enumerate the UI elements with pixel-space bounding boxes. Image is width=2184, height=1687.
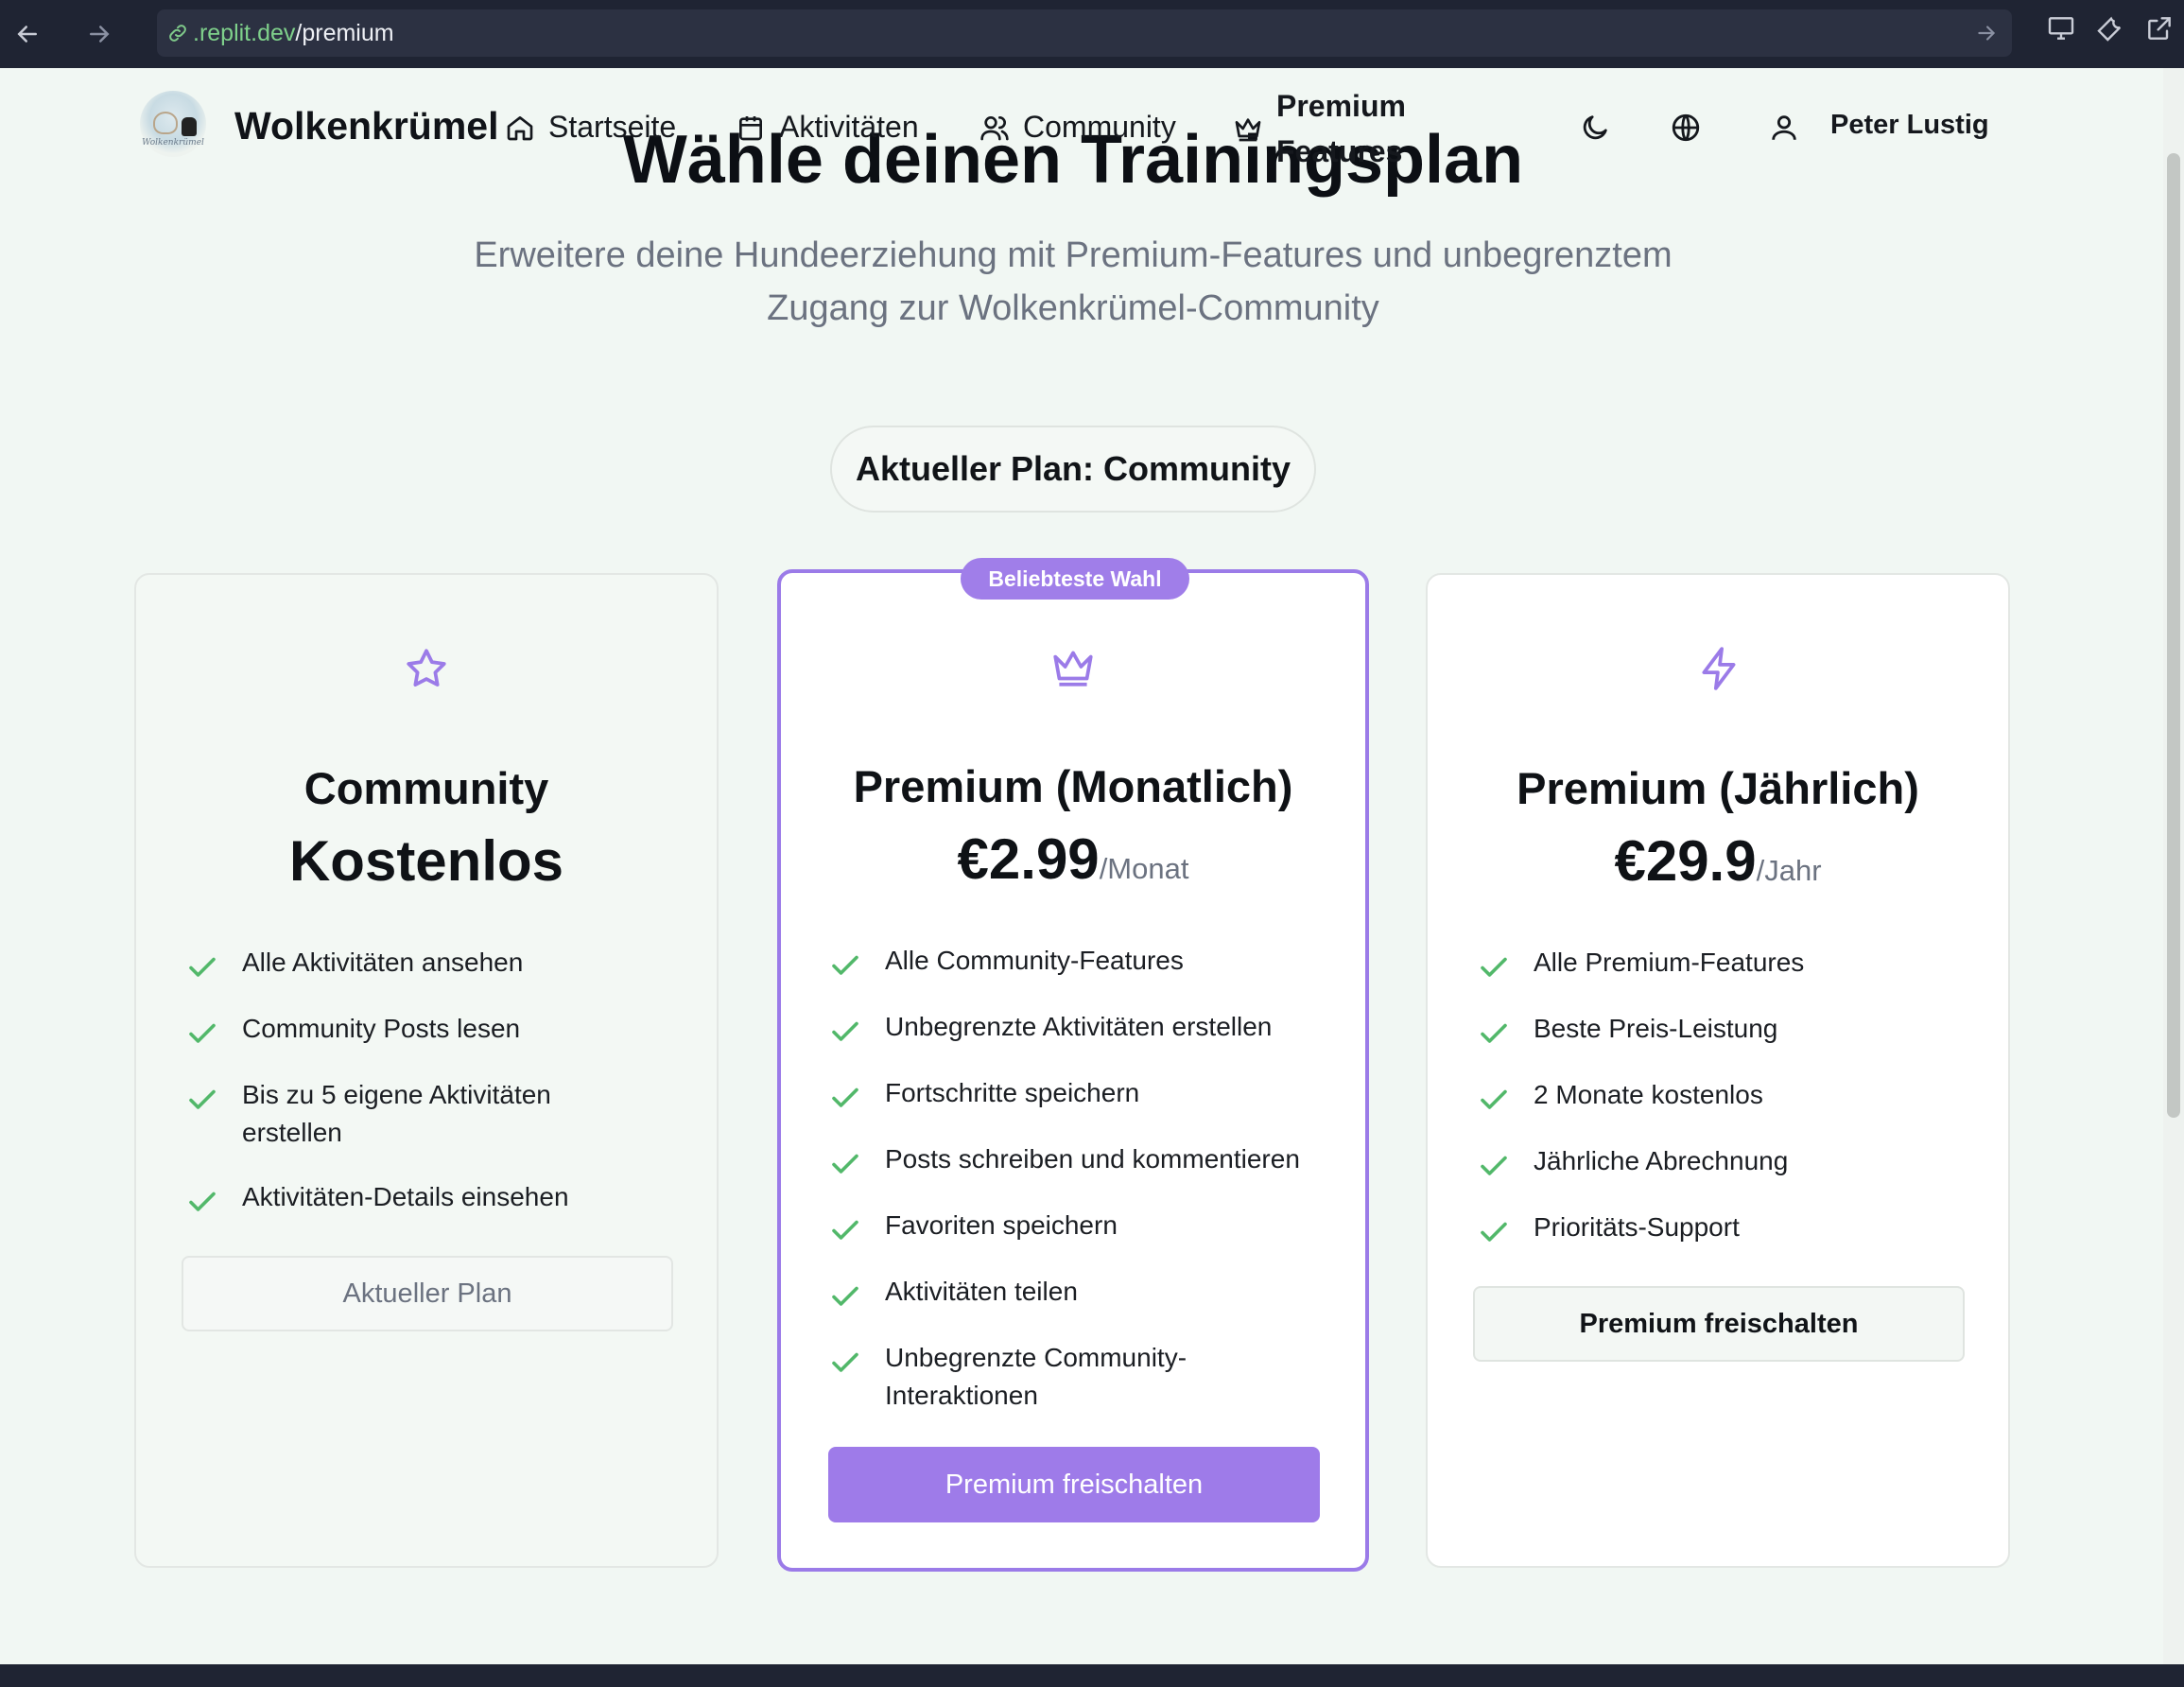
feature-item: Community Posts lesen	[185, 1010, 677, 1050]
check-icon	[832, 1286, 858, 1306]
current-plan-badge: Aktueller Plan: Community	[830, 426, 1316, 513]
url-host: .replit.dev	[193, 19, 296, 46]
check-icon	[189, 957, 216, 977]
nav-item-community[interactable]: Community	[979, 110, 1176, 145]
price-period: /Monat	[1099, 852, 1189, 885]
scrollbar-thumb[interactable]	[2167, 153, 2180, 1118]
feature-item: Alle Community-Features	[828, 942, 1320, 982]
brand-name[interactable]: Wolkenkrümel	[234, 104, 499, 148]
users-icon	[980, 115, 1009, 140]
feature-item: Bis zu 5 eigene Aktivitäten erstellen	[185, 1076, 677, 1152]
logo-cat-shape	[153, 112, 178, 134]
arrow-left-icon	[17, 26, 37, 43]
browser-tools	[2046, 13, 2175, 43]
bottom-strip	[0, 1664, 2184, 1687]
page-viewport: Wähle deinen Trainingsplan Wolkenkrümel …	[0, 68, 2163, 1664]
lightning-icon	[1702, 647, 1736, 690]
user-name[interactable]: Peter Lustig	[1830, 110, 1989, 141]
forward-button[interactable]	[76, 10, 123, 58]
page-subtitle: Erweitere deine Hundeerziehung mit Premi…	[474, 235, 1673, 328]
check-icon	[1481, 1156, 1507, 1175]
feature-item: Unbegrenzte Community-Interaktionen	[828, 1339, 1320, 1415]
feature-item: Alle Aktivitäten ansehen	[185, 944, 677, 983]
wrench-icon[interactable]	[2095, 13, 2125, 43]
nav-item-premium[interactable]: Premium Features	[1233, 83, 1406, 174]
plan-price: Kostenlos	[288, 829, 564, 893]
check-icon	[1481, 1023, 1507, 1043]
url-path: /premium	[295, 19, 394, 46]
feature-item: Favoriten speichern	[828, 1207, 1320, 1246]
premium-yearly-unlock-button[interactable]: Premium freischalten	[1473, 1286, 1965, 1362]
plan-title: Premium (Jährlich)	[1517, 763, 1919, 813]
arrow-right-icon	[90, 26, 110, 43]
external-link-icon[interactable]	[2144, 13, 2175, 43]
feature-item: Unbegrenzte Aktivitäten erstellen	[828, 1008, 1320, 1048]
user-icon[interactable]	[1768, 112, 1800, 144]
plan-card-premium-monthly: Beliebteste Wahl Premium (Monatlich) €2.…	[777, 558, 1369, 1572]
crown-icon	[1235, 118, 1261, 142]
feature-item: Beste Preis-Leistung	[1477, 1010, 1968, 1050]
current-plan-button[interactable]: Aktueller Plan	[182, 1256, 673, 1331]
feature-item: Aktivitäten teilen	[828, 1273, 1320, 1313]
plan-card-community: Community Kostenlos Alle Aktivitäten ans…	[134, 573, 719, 1568]
feature-list: Alle Premium-Features Beste Preis-Leistu…	[1477, 944, 1968, 1275]
check-icon	[832, 1220, 858, 1240]
brand-logo[interactable]: Wolkenkrümel	[140, 91, 206, 157]
check-icon	[832, 1021, 858, 1041]
crown-icon	[1053, 651, 1093, 687]
star-icon	[407, 649, 446, 687]
nav-item-home[interactable]: Startseite	[505, 110, 676, 145]
premium-monthly-unlock-button[interactable]: Premium freischalten	[828, 1447, 1320, 1522]
feature-item: Prioritäts-Support	[1477, 1209, 1968, 1248]
plan-title: Premium (Monatlich)	[853, 761, 1293, 811]
nav-label-community: Community	[1023, 110, 1176, 144]
nav-label-activities: Aktivitäten	[779, 110, 919, 144]
feature-item: Jährliche Abrechnung	[1477, 1142, 1968, 1182]
check-icon	[832, 1087, 858, 1107]
logo-text: Wolkenkrümel	[142, 138, 204, 148]
plan-price: €2.99/Monat	[957, 827, 1189, 891]
check-icon	[189, 1089, 216, 1109]
check-icon	[832, 1154, 858, 1174]
check-icon	[189, 1023, 216, 1043]
check-icon	[832, 1352, 858, 1372]
plan-title: Community	[303, 763, 549, 813]
globe-icon[interactable]	[1670, 112, 1702, 144]
feature-item: Posts schreiben und kommentieren	[828, 1140, 1320, 1180]
calendar-icon	[739, 115, 762, 140]
check-icon	[1481, 1089, 1507, 1109]
home-icon	[507, 115, 533, 140]
go-arrow-icon[interactable]	[1974, 21, 1999, 45]
check-icon	[1481, 957, 1507, 977]
plan-price: €29.9/Jahr	[1614, 829, 1822, 893]
link-icon	[169, 25, 186, 42]
feature-item: Aktivitäten-Details einsehen	[185, 1178, 677, 1218]
feature-item: Alle Premium-Features	[1477, 944, 1968, 983]
feature-item: Fortschritte speichern	[828, 1074, 1320, 1114]
check-icon	[189, 1191, 216, 1211]
moon-icon[interactable]	[1579, 112, 1611, 144]
nav-item-activities[interactable]: Aktivitäten	[736, 110, 919, 145]
check-icon	[1481, 1222, 1507, 1242]
page-scrollbar[interactable]	[2163, 68, 2184, 1664]
popular-badge: Beliebteste Wahl	[961, 558, 1189, 600]
feature-item: 2 Monate kostenlos	[1477, 1076, 1968, 1116]
price-period: /Jahr	[1756, 854, 1822, 887]
back-button[interactable]	[4, 10, 51, 58]
feature-list: Alle Aktivitäten ansehen Community Posts…	[185, 944, 677, 1244]
plan-card-premium-yearly: Premium (Jährlich) €29.9/Jahr Alle Premi…	[1426, 573, 2010, 1568]
app-header: Wolkenkrümel Wolkenkrümel Startseite Akt…	[0, 68, 2163, 191]
address-bar[interactable]: .replit.dev/premium	[157, 9, 2012, 57]
monitor-icon[interactable]	[2046, 13, 2076, 43]
nav-label-premium: Premium Features	[1276, 89, 1406, 168]
browser-toolbar: .replit.dev/premium	[0, 0, 2184, 68]
feature-list: Alle Community-Features Unbegrenzte Akti…	[828, 942, 1320, 1441]
logo-dog-shape	[182, 117, 197, 136]
nav-label-home: Startseite	[548, 110, 677, 144]
check-icon	[832, 955, 858, 975]
